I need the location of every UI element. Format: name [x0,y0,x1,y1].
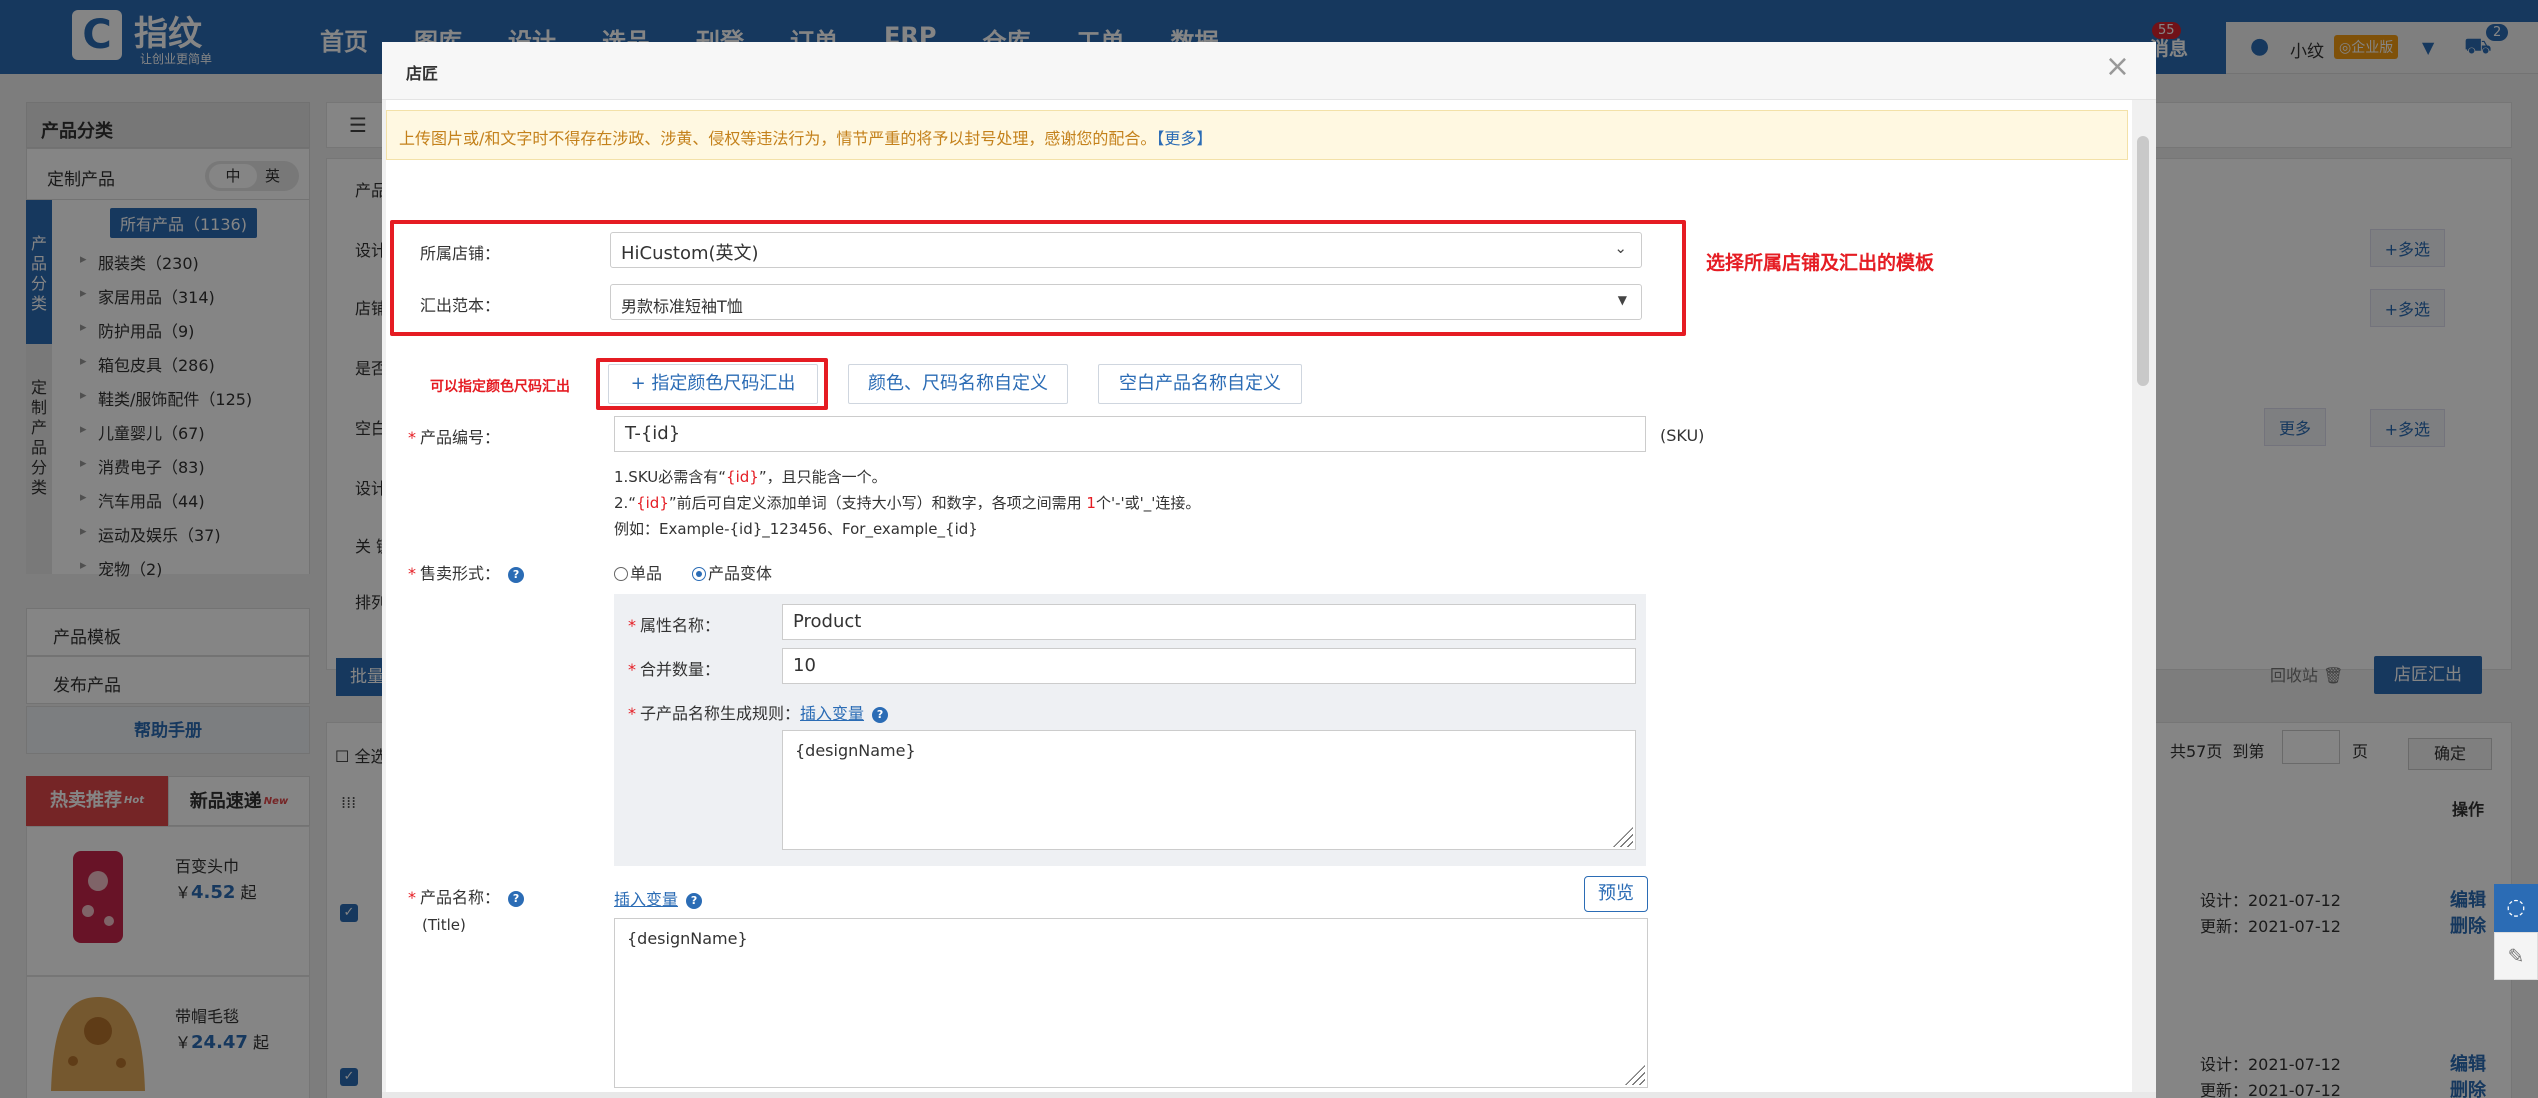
title-insert-variable-link[interactable]: 插入变量? [614,886,703,910]
title-value: {designName} [627,929,748,948]
preview-button[interactable]: 预览 [1584,876,1648,912]
store-value: HiCustom(英文) [621,243,759,264]
radio-checked-icon [692,567,706,581]
title-textarea[interactable]: {designName} [614,918,1648,1088]
radio-variant-label: 产品变体 [708,564,773,583]
resize-handle[interactable] [1613,827,1633,847]
merge-value: 10 [793,655,816,676]
assign-color-size-button[interactable]: + 指定颜色尺码汇出 [608,364,818,404]
chevron-down-icon: ⌄ [1614,239,1627,257]
child-rule-label-text: 子产品名称生成规则： [640,704,801,723]
hint-highlight: {id} [726,468,759,486]
sku-hint-3: 例如：Example-{id}_123456、For_example_{id} [614,520,978,538]
sku-label: * 产品编号： [408,428,501,447]
sale-form-label-text: 售卖形式： [420,564,501,583]
radio-variant[interactable]: 产品变体 [692,560,772,584]
radio-single[interactable]: 单品 [614,560,662,584]
custom-color-size-names-button[interactable]: 颜色、尺码名称自定义 [848,364,1068,404]
sale-form-label: * 售卖形式：? [408,560,525,584]
dialog-title: 店匠 [406,64,439,83]
dialog-content: 上传图片或/和文字时不得存在涉政、涉黄、侵权等违法行为，情节严重的将予以封号处理… [386,100,2132,1098]
annotation-store-template: 选择所属店铺及汇出的模板 [1706,252,1935,274]
help-icon[interactable]: ? [508,891,525,907]
variant-settings-panel: * 属性名称： Product * 合并数量： 10 * 子产品名称生成规则： 插入变… [614,594,1646,866]
dialog-header: 店匠 × [382,42,2156,100]
title-label-text: 产品名称： [420,888,501,907]
child-rule-textarea[interactable]: {designName} [782,730,1636,850]
merge-label-text: 合并数量： [640,660,721,679]
attr-name-input[interactable]: Product [782,604,1636,640]
caret-down-icon: ▼ [1617,293,1627,307]
insert-variable-text: 插入变量 [614,890,679,909]
hint-text: ”前后可自定义添加单词（支持大小写）和数字，各项之间需用 [668,494,1087,512]
sku-value: T-{id} [625,423,681,444]
hint-highlight: 1 [1086,494,1096,512]
feedback-icon[interactable]: ✎ [2494,932,2538,980]
title-sub-label: (Title) [422,916,466,934]
sku-suffix: (SKU) [1660,426,1705,445]
insert-variable-link[interactable]: 插入变量? [800,700,889,724]
merge-label: * 合并数量： [628,660,721,679]
sku-input[interactable]: T-{id} [614,416,1646,452]
merge-count-input[interactable]: 10 [782,648,1636,684]
store-select[interactable]: HiCustom(英文) ⌄ [610,232,1642,268]
child-rule-value: {designName} [795,741,916,760]
chat-icon[interactable]: ◌ [2494,884,2538,932]
help-icon[interactable]: ? [872,707,889,723]
floating-buttons: ◌ ✎ [2494,884,2538,980]
radio-single-label: 单品 [630,564,663,583]
attr-label-text: 属性名称： [640,616,721,635]
hint-text: 2.“ [614,494,637,512]
shopify-export-dialog: 店匠 × 上传图片或/和文字时不得存在涉政、涉黄、侵权等违法行为，情节严重的将予… [382,42,2156,1098]
hint-text: 1.SKU必需含有“ [614,468,727,486]
store-label: 所属店铺： [420,244,501,263]
dialog-scrollbar[interactable] [2134,100,2152,1098]
resize-handle[interactable] [1625,1065,1645,1085]
hint-text: 个'-'或'_'连接。 [1095,494,1201,512]
child-rule-label: * 子产品名称生成规则： [628,704,801,723]
help-icon[interactable]: ? [508,567,525,583]
annotation-color-size: 可以指定颜色尺码汇出 [430,379,570,395]
attr-value: Product [793,611,862,632]
template-select[interactable]: 男款标准短袖T恤 ▼ [610,284,1642,320]
sku-hint-1: 1.SKU必需含有“{id}”，且只能含一个。 [614,466,887,487]
hint-highlight: {id} [636,494,669,512]
sku-label-text: 产品编号： [420,428,501,447]
attr-label: * 属性名称： [628,616,721,635]
dialog-body: 上传图片或/和文字时不得存在涉政、涉黄、侵权等违法行为，情节严重的将予以封号处理… [382,100,2156,1098]
template-value: 男款标准短袖T恤 [621,297,743,316]
template-label: 汇出范本： [420,296,501,315]
sku-hint-2: 2.“{id}”前后可自定义添加单词（支持大小写）和数字，各项之间需用 1个'-… [614,492,1200,513]
custom-blank-name-button[interactable]: 空白产品名称自定义 [1098,364,1302,404]
dialog-footer-edge [382,1092,2156,1098]
insert-variable-text: 插入变量 [800,704,865,723]
hint-text: ”，且只能含一个。 [758,468,887,486]
title-label: * 产品名称：? [408,884,525,908]
notice-text: 上传图片或/和文字时不得存在涉政、涉黄、侵权等违法行为，情节严重的将予以封号处理… [399,129,1157,148]
policy-notice: 上传图片或/和文字时不得存在涉政、涉黄、侵权等违法行为，情节严重的将予以封号处理… [386,110,2128,160]
scrollbar-thumb[interactable] [2137,136,2149,386]
notice-more-link[interactable]: 【更多】 [1156,129,1212,148]
close-icon[interactable]: × [2105,52,2130,82]
help-icon[interactable]: ? [686,893,703,909]
radio-icon [614,567,628,581]
